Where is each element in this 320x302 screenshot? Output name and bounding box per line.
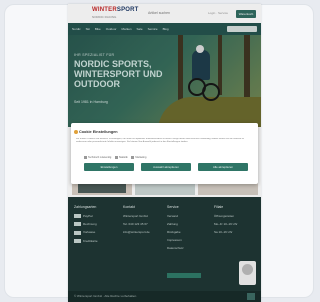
dialog-body-text: Wir nutzen Cookies und ähnliche Technolo… <box>76 138 244 143</box>
webpage: WINTERSPORT NORDIC RACING Artikel suchen… <box>68 4 261 302</box>
accept-all-button[interactable]: Alle akzeptieren <box>198 163 248 171</box>
cookie-icon <box>74 130 78 134</box>
consent-checkbox[interactable] <box>84 156 87 159</box>
consent-checkbox[interactable] <box>131 156 135 159</box>
settings-button[interactable]: Einstellungen <box>84 163 134 171</box>
consent-option-label: Statistik <box>118 156 128 160</box>
cookie-consent-dialog: Cookie Einstellungen Wir nutzen Cookies … <box>71 123 258 184</box>
consent-options: Technisch notwendig Statistik Marketing <box>81 156 251 159</box>
consent-option-label: Technisch notwendig <box>88 156 112 160</box>
consent-option-label: Marketing <box>135 156 147 160</box>
dialog-title: Cookie Einstellungen <box>79 130 118 134</box>
accept-selection-button[interactable]: Auswahl akzeptieren <box>141 163 191 171</box>
consent-checkbox[interactable] <box>114 156 118 159</box>
dialog-buttons: Einstellungen Auswahl akzeptieren Alle a… <box>84 163 248 171</box>
